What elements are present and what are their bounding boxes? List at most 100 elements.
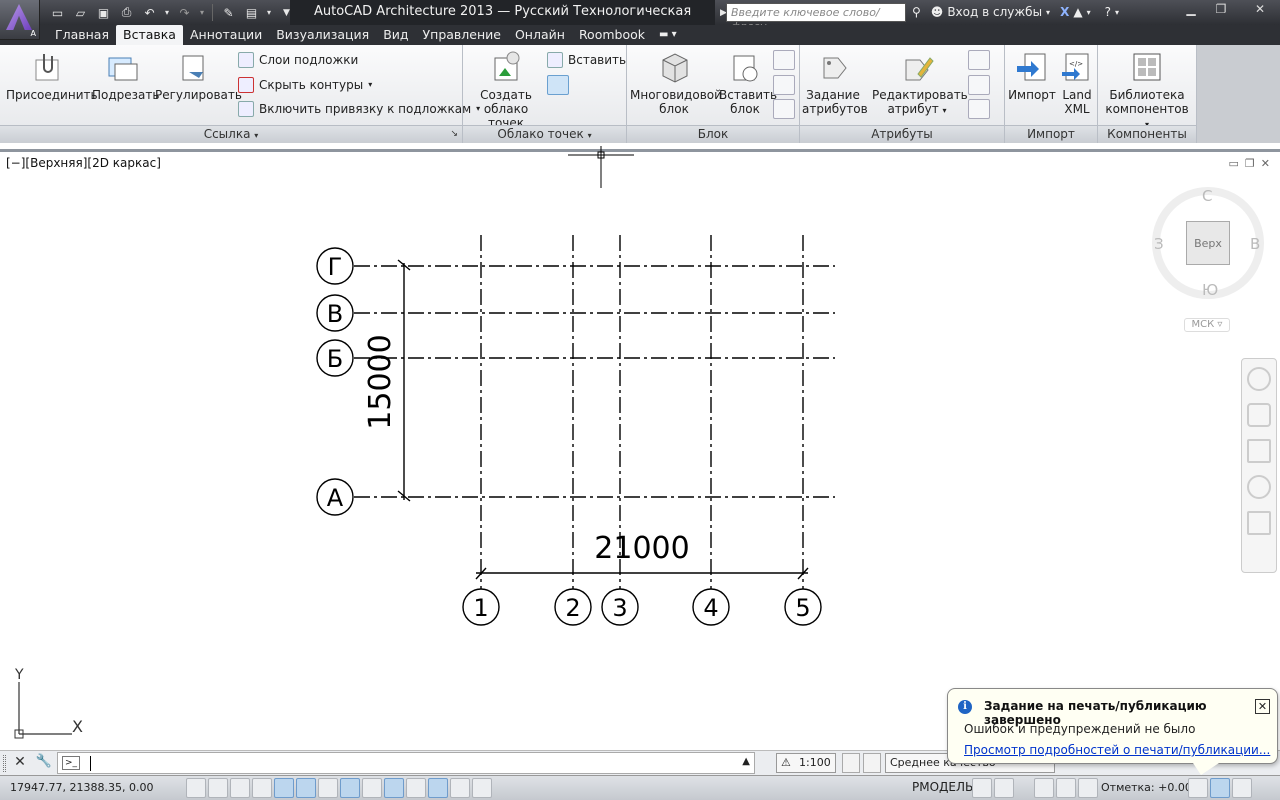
tab-insert[interactable]: Вставка — [116, 25, 183, 45]
dynamic-ucs-toggle[interactable] — [362, 778, 382, 798]
wrench-icon[interactable]: 🔧 — [34, 754, 54, 772]
application-menu-button[interactable]: A — [0, 0, 40, 40]
snap-to-underlays-button[interactable]: Включить привязку к подложкам ▾ — [238, 99, 480, 119]
help-search-input[interactable]: Введите ключевое слово/фразу — [726, 3, 906, 33]
viewport-controls-label[interactable]: [−][Верхняя][2D каркас] — [6, 156, 161, 170]
block-panel-title[interactable]: Блок — [627, 125, 799, 143]
autodesk-a360-icon[interactable]: ▲ — [1073, 3, 1082, 22]
binoculars-icon[interactable]: ⚲ — [912, 3, 921, 22]
define-attributes-button[interactable]: Задание атрибутов — [802, 50, 868, 116]
insert-point-cloud-button[interactable]: Вставить — [547, 50, 626, 70]
lock-icon[interactable] — [1056, 778, 1076, 798]
edit-attribute-button[interactable]: Редактировать атрибут ▾ — [872, 50, 968, 118]
model-space-label[interactable]: РМОДЕЛЬ — [912, 780, 973, 794]
compass-west[interactable]: З — [1154, 235, 1164, 253]
dialog-launcher-icon[interactable]: ↘ — [450, 126, 458, 143]
help-icon[interactable]: ? — [1105, 3, 1111, 22]
quick-view-icon[interactable] — [994, 778, 1014, 798]
attributes-panel-title[interactable]: Атрибуты — [800, 125, 1004, 143]
elevation-readout[interactable]: Отметка: +0.00 — [1101, 781, 1192, 794]
multiview-block-button[interactable]: Многовидовой блок — [630, 50, 722, 116]
polar-tracking-toggle[interactable] — [274, 778, 294, 798]
infer-constraints-toggle[interactable] — [186, 778, 206, 798]
ucs-menu-button[interactable]: МСК ▿ — [1184, 318, 1230, 332]
redo-dropdown-icon[interactable]: ▾ — [198, 3, 206, 22]
exchange-icon[interactable]: X — [1060, 3, 1069, 22]
chevron-down-icon[interactable]: ▾ — [368, 75, 372, 95]
point-cloud-panel-title[interactable]: Облако точек ▾ — [463, 125, 626, 143]
selection-cycling-toggle[interactable] — [472, 778, 492, 798]
close-window-icon[interactable]: ✕ — [1240, 0, 1280, 20]
redo-icon[interactable]: ↷ — [175, 3, 194, 22]
minimize-viewport-icon[interactable]: ▭ — [1229, 157, 1239, 170]
tab-annotate[interactable]: Аннотации — [183, 25, 269, 45]
annotation-scale-select[interactable]: ⚠ 1:100 ▾ — [776, 753, 836, 787]
print-icon[interactable]: ⎙ — [117, 3, 136, 22]
open-file-icon[interactable]: ▱ — [71, 3, 90, 22]
tab-home[interactable]: Главная — [48, 25, 116, 45]
showmotion-icon[interactable] — [1247, 511, 1271, 535]
zoom-extents-icon[interactable] — [1247, 439, 1271, 463]
landxml-button[interactable]: </> Land XML — [1060, 50, 1094, 116]
workspace-switching-icon[interactable] — [1034, 778, 1054, 798]
save-icon[interactable]: ▣ — [94, 3, 113, 22]
workspace-dropdown-icon[interactable]: ▾ — [265, 3, 273, 22]
sign-in-label[interactable]: Вход в службы — [947, 3, 1042, 22]
attach-button[interactable]: Присоединить — [6, 50, 98, 102]
components-panel-title[interactable]: Компоненты — [1098, 125, 1196, 143]
restore-window-icon[interactable]: ❐ — [1206, 0, 1236, 20]
tab-render[interactable]: Визуализация — [269, 25, 376, 45]
view-plot-details-link[interactable]: Просмотр подробностей о печати/публикаци… — [964, 743, 1270, 757]
attribute-manager-button[interactable] — [968, 50, 990, 70]
grip-handle[interactable] — [3, 755, 6, 772]
insert-block-button[interactable]: Вставить блок — [719, 50, 777, 116]
reference-panel-title[interactable]: Ссылка ▾ ↘ — [0, 125, 462, 143]
isolate-objects-icon[interactable] — [1078, 778, 1098, 798]
undo-icon[interactable]: ↶ — [140, 3, 159, 22]
snap-mode-toggle[interactable] — [208, 778, 228, 798]
chevron-down-icon[interactable]: ▾ — [1115, 3, 1119, 22]
auto-scale-icon[interactable] — [863, 753, 881, 773]
model-layout-icon[interactable] — [972, 778, 992, 798]
tab-manage[interactable]: Управление — [416, 25, 508, 45]
create-point-cloud-button[interactable]: Создать облако точек — [467, 50, 545, 130]
compass-north[interactable]: С — [1202, 187, 1212, 205]
steering-wheel-icon[interactable] — [1247, 367, 1271, 391]
component-library-button[interactable]: Библиотека компонентов ▾ — [1104, 50, 1190, 132]
pan-icon[interactable] — [1247, 403, 1271, 427]
plot-status-tray-icon[interactable] — [1210, 778, 1230, 798]
ortho-toggle[interactable] — [252, 778, 272, 798]
command-input[interactable]: >_ ▲ — [57, 752, 755, 774]
compass-south[interactable]: Ю — [1202, 281, 1218, 299]
object-snap-toggle[interactable] — [296, 778, 316, 798]
coordinates-readout[interactable]: 17947.77, 21388.35, 0.00 — [10, 781, 153, 794]
tab-online[interactable]: Онлайн — [508, 25, 572, 45]
edit-block-button[interactable] — [773, 75, 795, 95]
viewcube[interactable]: С Ю З В Верх МСК ▿ — [1150, 185, 1265, 335]
attribute-extract-button[interactable] — [968, 99, 990, 119]
chevron-down-icon[interactable]: ▾ — [1087, 3, 1091, 22]
lineweight-toggle[interactable] — [406, 778, 426, 798]
undo-dropdown-icon[interactable]: ▾ — [163, 3, 171, 22]
import-panel-title[interactable]: Импорт — [1005, 125, 1097, 143]
command-history-icon[interactable]: ▲ — [742, 756, 750, 767]
orbit-icon[interactable] — [1247, 475, 1271, 499]
dynamic-input-toggle[interactable] — [384, 778, 404, 798]
annotation-visibility-icon[interactable] — [842, 753, 860, 773]
minimize-window-icon[interactable]: ▁ — [1176, 0, 1206, 20]
sync-attributes-button[interactable] — [968, 75, 990, 95]
adjust-button[interactable]: Регулировать — [155, 50, 242, 102]
transparency-toggle[interactable] — [428, 778, 448, 798]
workspace-icon[interactable]: ▤ — [242, 3, 261, 22]
block-editor-button[interactable] — [773, 99, 795, 119]
restore-viewport-icon[interactable]: ❐ — [1245, 157, 1255, 170]
ribbon-options-icon[interactable]: ▬ ▾ — [652, 25, 684, 45]
clip-button[interactable]: Подрезать — [92, 50, 159, 102]
command-prompt-icon[interactable]: >_ — [62, 756, 80, 770]
point-cloud-tool-button[interactable] — [547, 75, 569, 95]
chevron-down-icon[interactable]: ▾ — [943, 106, 947, 115]
create-block-button[interactable] — [773, 50, 795, 70]
viewcube-top-face[interactable]: Верх — [1186, 221, 1230, 265]
grid-toggle[interactable] — [230, 778, 250, 798]
close-icon[interactable]: ✕ — [10, 754, 30, 772]
